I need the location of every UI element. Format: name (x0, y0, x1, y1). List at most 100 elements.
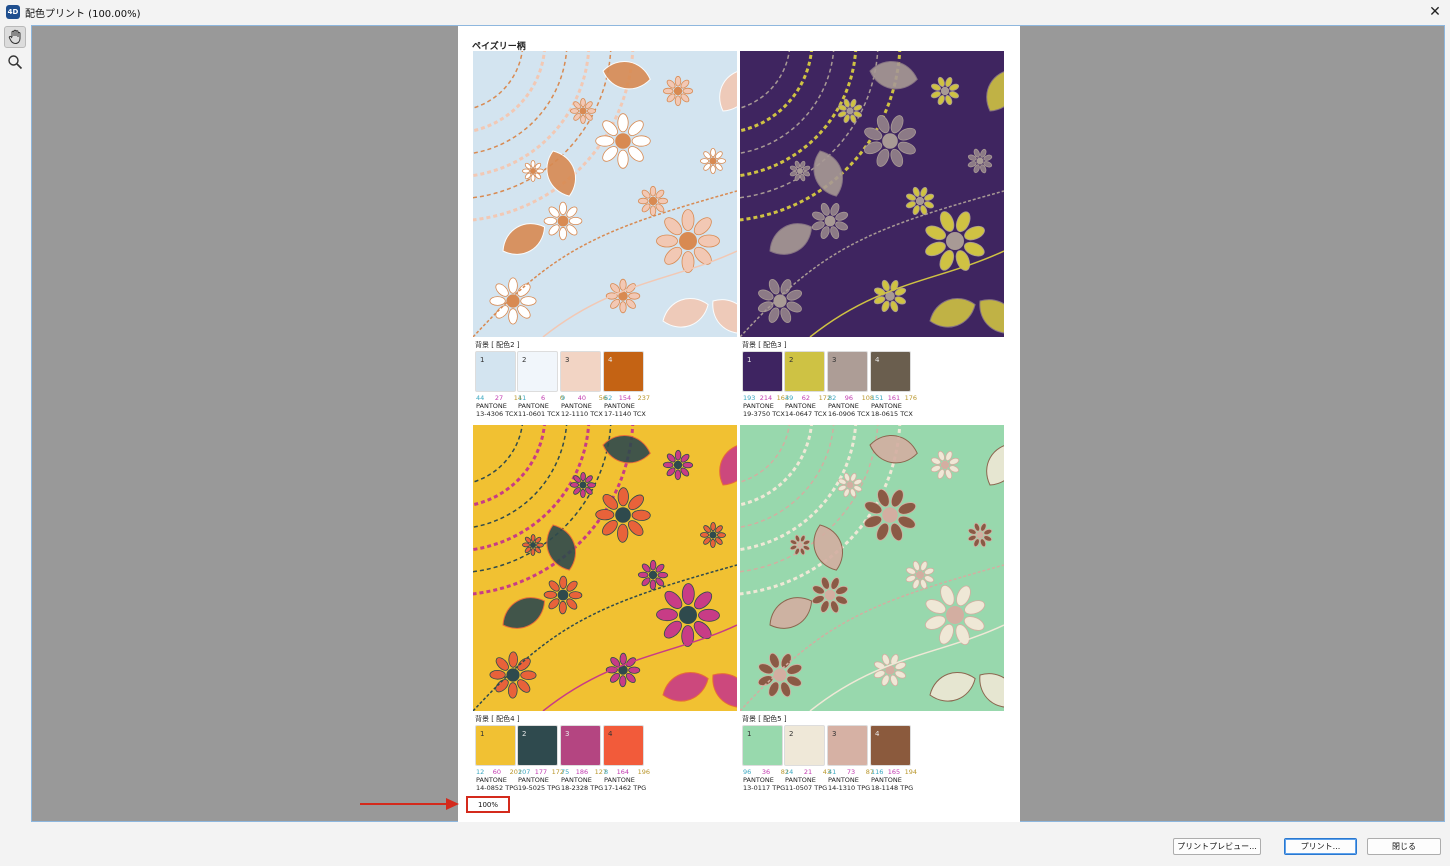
pantone-brand: PANTONE (743, 776, 774, 784)
pantone-code: PANTONE 14-0647 TCX (785, 402, 827, 418)
pantone-code: PANTONE 17-1462 TPG (604, 776, 646, 792)
close-button[interactable]: 閉じる (1367, 838, 1441, 855)
swatch-color-value: 8 (604, 768, 609, 776)
swatch-color-values: 14 21 43 (785, 768, 831, 776)
swatch-color-value: 21 (803, 768, 813, 776)
swatch-color-value: 9 (561, 394, 566, 402)
color-swatch: 3 (560, 351, 601, 392)
swatch-color-value: 164 (616, 768, 630, 776)
swatch-number: 4 (875, 356, 880, 364)
print-button[interactable]: プリント... (1284, 838, 1357, 855)
close-window-button[interactable]: ✕ (1426, 3, 1444, 21)
hand-tool-button[interactable] (4, 26, 26, 48)
swatch-color-value: 36 (761, 768, 771, 776)
color-swatch: 3 (827, 351, 868, 392)
color-swatch: 4 (603, 351, 644, 392)
pantone-brand: PANTONE (476, 402, 507, 410)
pantone-code: PANTONE 18-1148 TPG (871, 776, 913, 792)
swatch-number: 4 (875, 730, 880, 738)
variant-label: 背景 [ 配色2 ] (475, 341, 520, 349)
pantone-brand: PANTONE (561, 776, 592, 784)
pantone-number: 13-0117 TPG (743, 784, 786, 792)
swatch-color-value: 49 (785, 394, 794, 402)
annotation-arrow-icon (360, 798, 459, 810)
color-swatch: 2 (784, 351, 825, 392)
swatch-number: 1 (480, 356, 485, 364)
swatch-color-value: 12 (476, 768, 485, 776)
swatch-color-values: 207 177 172 (518, 768, 564, 776)
pantone-code: PANTONE 14-1310 TPG (828, 776, 870, 792)
pantone-code: PANTONE 12-1110 TCX (561, 402, 603, 418)
swatch-color-value: 186 (575, 768, 589, 776)
swatch-color-value: 62 (604, 394, 613, 402)
swatch-color-value: 151 (871, 394, 884, 402)
swatch-color-values: 62 154 237 (604, 394, 650, 402)
pantone-number: 17-1462 TPG (604, 784, 647, 792)
pantone-brand: PANTONE (785, 402, 816, 410)
variant-label: 背景 [ 配色3 ] (742, 341, 787, 349)
pantone-code: PANTONE 13-0117 TPG (743, 776, 785, 792)
pantone-number: 16-0906 TCX (828, 410, 870, 418)
colorway-variant: 背景 [ 配色3 ] 1 193 214 163 PANTONE 19-3750 TCX 2 4… (740, 51, 1004, 421)
hand-icon (8, 29, 21, 45)
pantone-brand: PANTONE (518, 402, 549, 410)
color-swatch: 3 (560, 725, 601, 766)
swatch-color-value: 73 (846, 768, 856, 776)
swatch-color-values: 12 60 201 (476, 768, 522, 776)
print-page: ペイズリー柄 背景 [ 配色2 ] 1 44 27 14 PANTONE 13-4306 T… (458, 26, 1020, 822)
swatch-color-value: 194 (904, 768, 917, 776)
pantone-code: PANTONE 18-0615 TCX (871, 402, 913, 418)
pantone-brand: PANTONE (604, 402, 635, 410)
pantone-brand: PANTONE (828, 402, 859, 410)
swatch-color-value: 14 (785, 768, 794, 776)
swatch-number: 4 (608, 730, 613, 738)
swatch-number: 3 (832, 356, 837, 364)
color-swatch: 1 (475, 725, 516, 766)
swatch-number: 3 (565, 356, 570, 364)
swatch-color-values: 82 96 108 (828, 394, 874, 402)
color-swatch: 2 (517, 351, 558, 392)
pantone-code: PANTONE 16-0906 TCX (828, 402, 870, 418)
swatch-color-value: 75 (561, 768, 570, 776)
pattern-image (740, 51, 1004, 337)
swatch-color-value: 207 (518, 768, 531, 776)
swatch-color-value: 96 (743, 768, 752, 776)
swatch-number: 2 (522, 730, 527, 738)
color-swatch: 4 (603, 725, 644, 766)
swatch-color-value: 11 (518, 394, 527, 402)
pantone-code: PANTONE 18-2328 TPG (561, 776, 603, 792)
swatch-color-value: 60 (492, 768, 502, 776)
pantone-code: PANTONE 17-1140 TCX (604, 402, 646, 418)
pantone-code: PANTONE 19-3750 TCX (743, 402, 785, 418)
colorway-variant: 背景 [ 配色4 ] 1 12 60 201 PANTONE 14-0852 TPG 2 207… (473, 425, 737, 795)
swatch-number: 1 (747, 356, 752, 364)
pantone-number: 18-2328 TPG (561, 784, 604, 792)
zoom-level-label: 100% (466, 796, 510, 813)
swatch-color-value: 176 (904, 394, 917, 402)
window-title: 配色プリント (100.00%) (25, 8, 141, 20)
color-swatch: 1 (475, 351, 516, 392)
swatch-color-values: 75 186 127 (561, 768, 607, 776)
swatch-color-values: 49 62 172 (785, 394, 831, 402)
swatch-color-value: 44 (476, 394, 485, 402)
left-toolbar (0, 24, 30, 824)
app-icon: 4D (6, 5, 20, 19)
color-swatch: 4 (870, 351, 911, 392)
swatch-color-value: 62 (801, 394, 811, 402)
swatch-color-value: 196 (637, 768, 650, 776)
swatch-color-values: 8 164 196 (604, 768, 650, 776)
pantone-code: PANTONE 14-0852 TPG (476, 776, 518, 792)
color-swatch: 2 (784, 725, 825, 766)
pantone-number: 13-4306 TCX (476, 410, 518, 418)
print-preview-button[interactable]: プリントプレビュー... (1173, 838, 1261, 855)
swatch-color-value: 82 (828, 394, 837, 402)
pantone-number: 18-1148 TPG (871, 784, 914, 792)
pantone-number: 18-0615 TCX (871, 410, 913, 418)
swatch-number: 3 (832, 730, 837, 738)
pantone-number: 14-0647 TCX (785, 410, 827, 418)
swatch-number: 2 (522, 356, 527, 364)
zoom-tool-button[interactable] (4, 51, 26, 73)
swatch-color-value: 40 (577, 394, 587, 402)
color-swatch: 1 (742, 725, 783, 766)
pantone-number: 12-1110 TCX (561, 410, 603, 418)
